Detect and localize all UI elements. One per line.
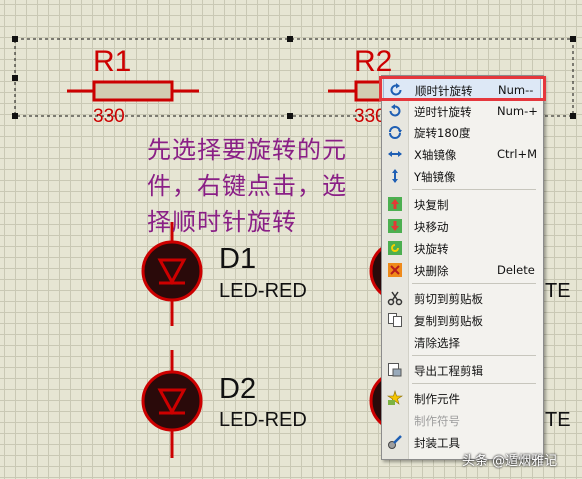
rotate-180-icon — [389, 126, 402, 139]
led-d3-value-partial: TE — [545, 280, 571, 302]
led-d4-value-partial: TE — [545, 409, 571, 431]
led-d2-symbol — [141, 350, 203, 458]
resistor-r1-symbol — [67, 80, 199, 102]
menu-separator — [412, 189, 536, 190]
menu-separator — [412, 383, 536, 384]
menu-separator — [412, 283, 536, 284]
context-menu: 顺时针旋转 Num-- 逆时针旋转 Num-+ 旋转180度 X轴镜像 Ctrl… — [381, 75, 544, 460]
menu-item-clear-selection[interactable]: 清除选择 — [383, 331, 541, 353]
menu-item-block-delete[interactable]: 块删除 Delete — [383, 259, 541, 281]
menu-item-rotate-counterclockwise[interactable]: 逆时针旋转 Num-+ — [383, 100, 541, 122]
resistor-r2-ref[interactable]: R2 — [354, 47, 392, 77]
block-delete-icon — [388, 263, 402, 277]
mirror-x-icon — [388, 151, 402, 157]
block-copy-icon — [388, 197, 402, 211]
menu-item-cut-to-clipboard[interactable]: 剪切到剪贴板 — [383, 287, 541, 309]
block-rotate-icon — [388, 241, 402, 255]
led-d2-ref[interactable]: D2 — [219, 375, 256, 404]
led-d1-ref[interactable]: D1 — [219, 245, 256, 274]
menu-item-block-move[interactable]: 块移动 — [383, 215, 541, 237]
menu-item-copy-to-clipboard[interactable]: 复制到剪贴板 — [383, 309, 541, 331]
instruction-annotation: 先选择要旋转的元 件，右键点击，选 择顺时针旋转 — [147, 132, 387, 240]
menu-item-block-copy[interactable]: 块复制 — [383, 193, 541, 215]
menu-item-rotate-180[interactable]: 旋转180度 — [383, 121, 541, 143]
copy-icon — [388, 313, 402, 327]
led-d1-value[interactable]: LED-RED — [219, 281, 307, 301]
led-d2-value[interactable]: LED-RED — [219, 410, 307, 430]
annotation-line-1: 先选择要旋转的元 — [147, 136, 347, 164]
resistor-r1-value[interactable]: 330 — [93, 107, 125, 126]
export-icon — [388, 363, 402, 377]
menu-item-block-rotate[interactable]: 块旋转 — [383, 237, 541, 259]
rotate-clockwise-icon — [390, 83, 402, 96]
watermark: 头条 @遁烟雅记 — [462, 454, 558, 469]
make-device-icon — [387, 390, 403, 405]
menu-item-make-symbol[interactable]: 制作符号 — [383, 409, 541, 431]
mirror-y-icon — [392, 169, 398, 183]
annotation-line-2: 件，右键点击，选 — [147, 172, 347, 200]
annotation-line-3: 择顺时针旋转 — [147, 208, 297, 236]
menu-separator — [412, 355, 536, 356]
block-move-icon — [388, 219, 402, 233]
menu-item-mirror-x[interactable]: X轴镜像 Ctrl+M — [383, 143, 541, 165]
menu-item-mirror-y[interactable]: Y轴镜像 — [383, 165, 541, 187]
resistor-r2-symbol — [328, 80, 388, 102]
package-tool-icon — [388, 435, 402, 449]
rotate-counterclockwise-icon — [389, 104, 401, 117]
menu-item-make-device[interactable]: 制作元件 — [383, 387, 541, 409]
scissors-icon — [387, 291, 403, 306]
menu-item-rotate-clockwise[interactable]: 顺时针旋转 Num-- — [383, 78, 541, 100]
resistor-r1-ref[interactable]: R1 — [93, 47, 131, 77]
menu-item-export-section[interactable]: 导出工程剪辑 — [383, 359, 541, 381]
